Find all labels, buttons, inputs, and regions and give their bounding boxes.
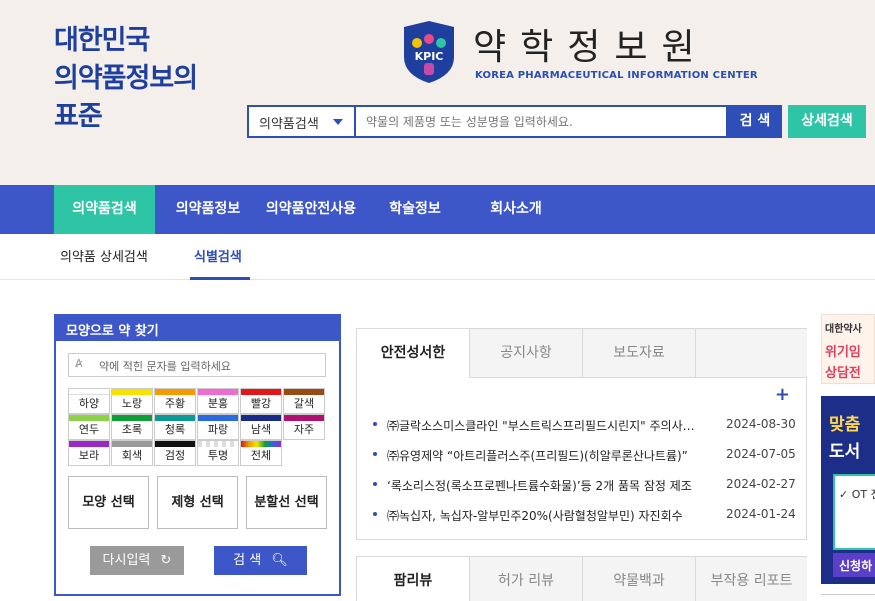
side-banner-counseling[interactable]: 대한약사 위기임 상담전 [821,314,875,384]
text-icon: A̷ [75,357,83,370]
logo-title[interactable]: 약학정보원 [473,18,709,70]
shape-search-panel: 모양으로 약 찾기 A̷ 약에 적힌 문자를 입력하세요 하양 노랑 주황 분홍… [54,314,341,596]
color-option-orange[interactable]: 주황 [154,388,196,414]
svg-text:KPIC: KPIC [415,50,444,63]
nav-item-drug-info[interactable]: 의약품정보 [166,185,250,234]
list-item[interactable]: ㈜녹십자, 녹십자-알부민주20%(사람혈청알부민) 자진회수 2024-01-… [373,505,798,525]
nav-item-company[interactable]: 회사소개 [480,185,552,234]
site-header: 대한민국 의약품정보의 표준 KPIC 약학정보원 KOREA PHARMACE… [0,0,875,185]
notice-panel: 안전성서한 공지사항 보도자료 + ㈜글락소스미스클라인 "부스트릭스프리필드시… [356,328,807,540]
subnav-item-identify-search[interactable]: 식별검색 [194,246,242,265]
kpic-logo-icon[interactable]: KPIC [400,19,458,85]
nav-item-academic[interactable]: 학술정보 [379,185,451,234]
color-option-yellow[interactable]: 노랑 [111,388,153,414]
shape-select-button[interactable]: 모양 선택 [68,476,149,529]
color-option-all[interactable]: 전체 [240,440,282,466]
color-option-pink[interactable]: 분홍 [197,388,239,414]
more-plus-icon[interactable]: + [775,384,790,405]
imprint-text-input[interactable]: A̷ 약에 적힌 문자를 입력하세요 [68,353,326,377]
apply-button[interactable]: 신청하 [833,553,875,577]
detail-search-button[interactable]: 상세검색 [788,105,866,138]
reset-button[interactable]: 다시입력 ↻ [90,546,184,575]
color-option-gray[interactable]: 회색 [111,440,153,466]
tab-empty [695,329,807,378]
shape-search-title: 모양으로 약 찾기 [56,316,339,341]
color-option-navy[interactable]: 남색 [240,414,282,440]
search-input[interactable] [354,105,728,138]
color-option-green[interactable]: 초록 [111,414,153,440]
color-option-brown[interactable]: 갈색 [283,388,325,414]
tab-side-effect-report[interactable]: 부작용 리포트 [695,557,807,601]
search-button[interactable]: 검 색 [728,105,782,138]
nav-item-drug-search[interactable]: 의약품검색 [54,185,155,234]
list-item[interactable]: ‘록소리스정(록소프로펜나트륨수화물)’등 2개 품목 잠정 제조 2024-0… [373,475,798,495]
color-option-lightgreen[interactable]: 연두 [68,414,110,440]
score-line-select-button[interactable]: 분할선 선택 [246,476,327,529]
logo-subtitle: KOREA PHARMACEUTICAL INFORMATION CENTER [475,70,758,81]
shape-search-button[interactable]: 검 색 🔍︎ [214,546,307,575]
side-banner-divider [821,594,875,601]
color-option-white[interactable]: 하양 [68,388,110,414]
side-banner-books[interactable]: 맞춤 도서 ✓ OT 전 생 신청하 [821,396,875,584]
nav-item-safe-use[interactable]: 의약품안전사용 [258,185,364,234]
tab-press[interactable]: 보도자료 [582,329,695,378]
subnav-item-detail-search[interactable]: 의약품 상세검색 [60,246,148,265]
color-option-teal[interactable]: 청록 [154,414,196,440]
refresh-icon: ↻ [160,553,172,568]
tab-approval-review[interactable]: 허가 리뷰 [469,557,582,601]
tab-safety-letter[interactable]: 안전성서한 [357,329,469,378]
color-option-blue[interactable]: 파랑 [197,414,239,440]
color-option-magenta[interactable]: 자주 [283,414,325,440]
sub-nav: 의약품 상세검색 식별검색 [0,234,875,280]
search-icon: 🔍︎ [271,553,288,568]
tab-notices[interactable]: 공지사항 [469,329,582,378]
color-option-red[interactable]: 빨강 [240,388,282,414]
color-option-transparent[interactable]: 투명 [197,440,239,466]
list-item[interactable]: ㈜글락소스미스클라인 "부스트릭스프리필드시린지" 주의사항 변경 2024-0… [373,415,798,435]
form-select-button[interactable]: 제형 선택 [157,476,238,529]
color-option-black[interactable]: 검정 [154,440,196,466]
tab-pharm-review[interactable]: 팜리뷰 [357,557,469,601]
tab-drug-encyclopedia[interactable]: 약물백과 [582,557,695,601]
site-slogan: 대한민국 의약품정보의 표준 [54,25,198,132]
color-option-purple[interactable]: 보라 [68,440,110,466]
chevron-down-icon [333,119,343,125]
review-panel: 팜리뷰 허가 리뷰 약물백과 부작용 리포트 [356,556,807,601]
main-nav: 의약품검색 의약품정보 의약품안전사용 학술정보 회사소개 [0,185,875,234]
active-tab-underline [190,277,250,280]
list-item[interactable]: ㈜유영제약 “아트리플러스주(프리필드)(히알루론산나트륨)” 2024-07-… [373,445,798,465]
